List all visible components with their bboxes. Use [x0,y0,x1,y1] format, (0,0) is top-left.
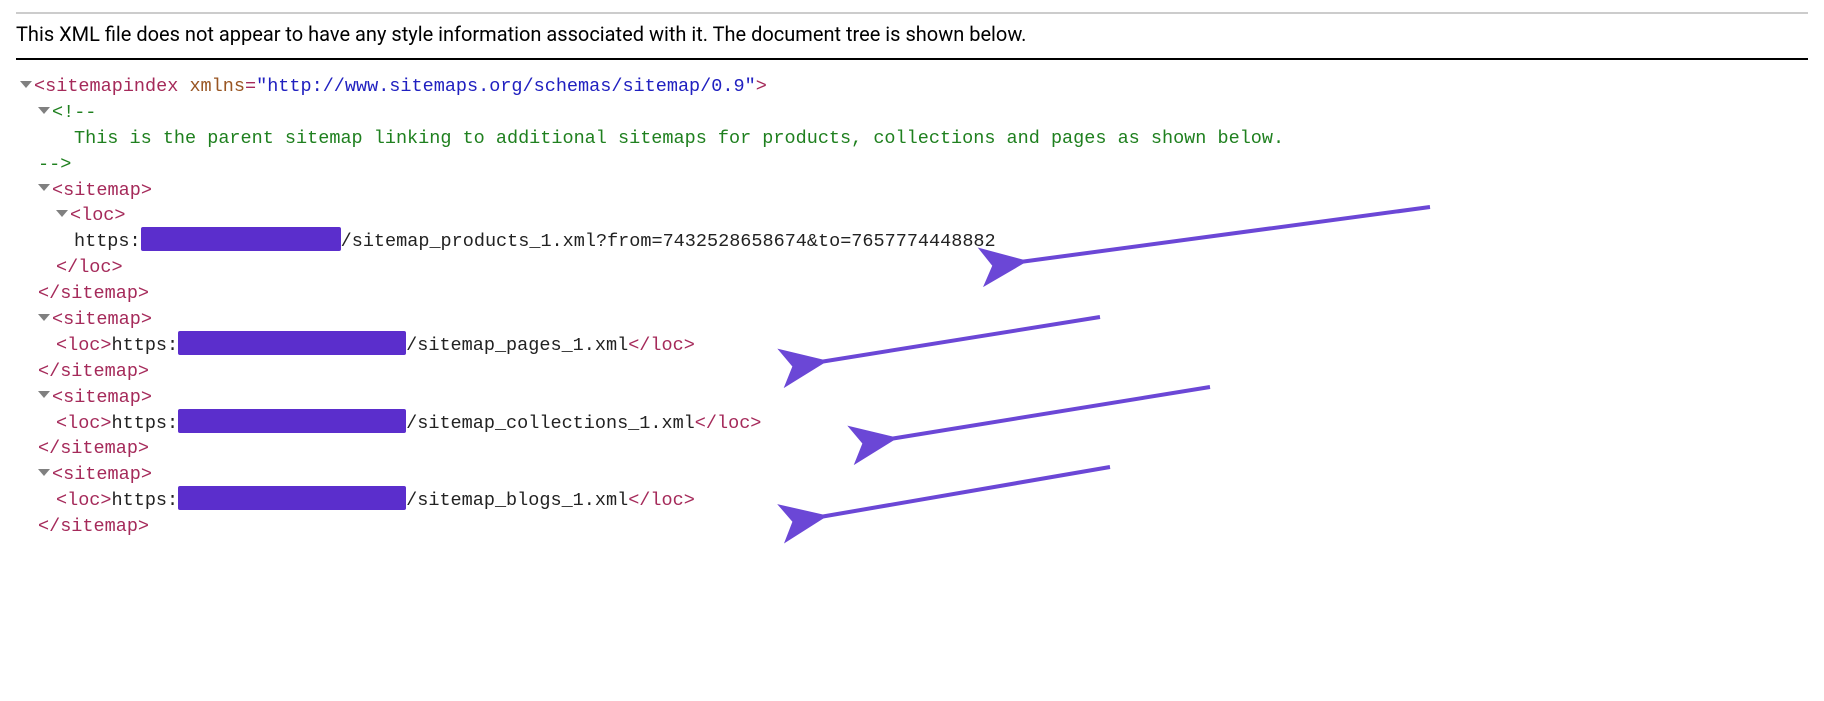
redaction-block [141,227,341,251]
sitemap-close: </sitemap> [38,281,1824,307]
expand-icon[interactable] [56,210,68,217]
sitemap-row[interactable]: <sitemap> [38,307,1824,333]
url-prefix: https: [74,231,141,252]
sitemap-open: <sitemap> [52,309,152,330]
url-prefix: https: [112,413,179,434]
sitemap-open: <sitemap> [52,387,152,408]
sitemap-close: </sitemap> [38,436,1824,462]
loc-open-row[interactable]: <loc> [56,203,1824,229]
notice-text: This XML file does not appear to have an… [16,22,1026,46]
url-prefix: https: [112,335,179,356]
sitemap-row[interactable]: <sitemap> [38,385,1824,411]
root-open-tag: <sitemapindex [34,76,178,97]
comment-open: <!-- [52,102,96,123]
loc-open: <loc> [56,490,112,511]
loc-close: </loc> [628,335,695,356]
loc-row: <loc>https: /sitemap_collections_1.xml</l… [56,411,1824,437]
sitemap-row[interactable]: <sitemap> [38,178,1824,204]
redaction-block [178,331,406,355]
loc-open: <loc> [70,205,126,226]
loc-open: <loc> [56,413,112,434]
comment-open-row[interactable]: <!-- [38,100,1824,126]
expand-icon[interactable] [38,184,50,191]
url-prefix: https: [112,490,179,511]
xml-tree: <sitemapindex xmlns="http://www.sitemaps… [20,74,1824,540]
attr-value: http://www.sitemaps.org/schemas/sitemap/… [267,76,744,97]
url-suffix: /sitemap_pages_1.xml [406,335,628,356]
root-open-row[interactable]: <sitemapindex xmlns="http://www.sitemaps… [20,74,1824,100]
url-suffix: /sitemap_products_1.xml?from=74325286586… [341,231,996,252]
sitemap-close: </sitemap> [38,514,1824,540]
comment-close: --> [38,152,1824,178]
loc-close: </loc> [56,255,1824,281]
sitemap-open: <sitemap> [52,464,152,485]
sitemap-row[interactable]: <sitemap> [38,462,1824,488]
attr-name: xmlns [189,76,245,97]
sitemap-close: </sitemap> [38,359,1824,385]
comment-body: This is the parent sitemap linking to ad… [74,126,1824,152]
loc-row: <loc>https: /sitemap_pages_1.xml</loc> [56,333,1824,359]
expand-icon[interactable] [38,391,50,398]
loc-close: </loc> [695,413,762,434]
redaction-block [178,486,406,510]
url-suffix: /sitemap_blogs_1.xml [406,490,628,511]
redaction-block [178,409,406,433]
loc-open: <loc> [56,335,112,356]
expand-icon[interactable] [20,81,32,88]
expand-icon[interactable] [38,469,50,476]
sitemap-open: <sitemap> [52,180,152,201]
url-suffix: /sitemap_collections_1.xml [406,413,695,434]
loc-row: <loc>https: /sitemap_blogs_1.xml</loc> [56,488,1824,514]
loc-url-row: https: /sitemap_products_1.xml?from=74325… [74,229,1824,255]
xml-notice: This XML file does not appear to have an… [16,12,1808,60]
expand-icon[interactable] [38,107,50,114]
loc-close: </loc> [628,490,695,511]
expand-icon[interactable] [38,314,50,321]
